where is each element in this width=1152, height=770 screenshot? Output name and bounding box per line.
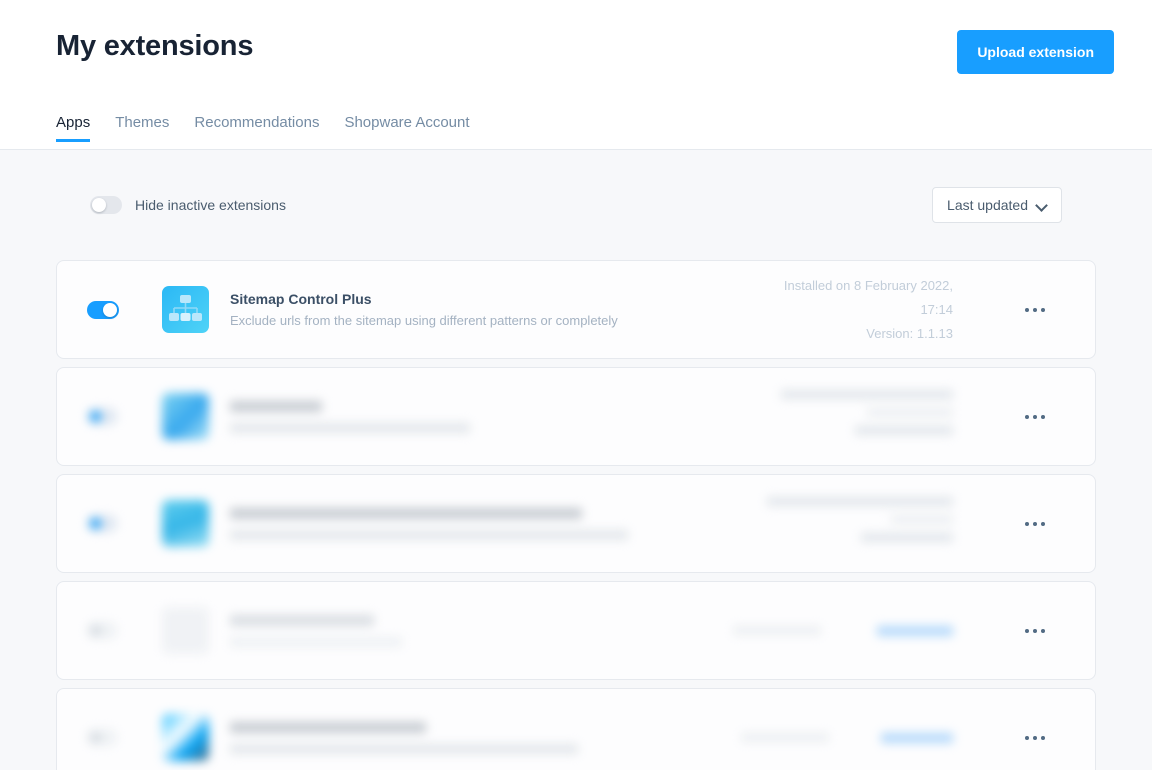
extension-installed-time: 17:14 (920, 301, 953, 317)
switch-knob (90, 625, 101, 636)
extension-active-toggle-cell (87, 729, 162, 746)
switch-knob (103, 302, 117, 317)
extension-link[interactable] (877, 625, 953, 636)
hide-inactive-extensions-toggle[interactable]: Hide inactive extensions (90, 196, 286, 214)
hide-inactive-label: Hide inactive extensions (135, 197, 286, 213)
extension-context-menu-button[interactable] (975, 307, 1095, 312)
extension-name (230, 721, 426, 733)
my-extensions-page: My extensions Upload extension Apps Them… (0, 0, 1152, 770)
extension-context-menu-button[interactable] (975, 521, 1095, 526)
extension-meta-cell (645, 732, 975, 743)
extension-meta-cell (645, 625, 975, 636)
extension-active-toggle-cell (87, 515, 162, 532)
extension-active-switch[interactable] (87, 408, 117, 425)
context-menu-icon (1025, 307, 1045, 312)
extension-version (861, 532, 953, 542)
extension-active-switch[interactable] (87, 300, 119, 319)
extension-installed-date (781, 389, 953, 399)
extension-active-switch[interactable] (87, 515, 117, 532)
extension-version (855, 425, 953, 435)
extension-card-redacted-2[interactable] (56, 367, 1096, 466)
app-icon (162, 393, 209, 440)
extension-context-menu-button[interactable] (975, 414, 1095, 419)
extension-meta-cell: Installed on 8 February 2022, 17:14 Vers… (725, 274, 975, 346)
extension-description (230, 743, 578, 754)
tab-apps[interactable]: Apps (56, 114, 91, 142)
extension-active-switch[interactable] (87, 729, 117, 746)
app-icon (162, 500, 209, 547)
extension-text-cell (230, 400, 725, 433)
sitemap-glyph (169, 295, 202, 321)
extension-context-menu-button[interactable] (975, 735, 1095, 740)
extension-name (230, 400, 322, 412)
sitemap-icon (162, 286, 209, 333)
extension-card-redacted-5[interactable] (56, 688, 1096, 770)
extension-meta-cell (725, 496, 975, 551)
extension-icon-cell (162, 500, 230, 547)
extensions-list: Sitemap Control Plus Exclude urls from t… (56, 260, 1096, 770)
tab-recommendations[interactable]: Recommendations (194, 114, 319, 142)
switch-knob (90, 518, 101, 529)
extension-icon-cell (162, 286, 230, 333)
page-header: My extensions Upload extension Apps Them… (0, 0, 1152, 150)
extension-description: Exclude urls from the sitemap using diff… (230, 313, 618, 328)
context-menu-icon (1025, 628, 1045, 633)
extension-name (230, 614, 374, 626)
extension-description (230, 422, 470, 433)
extension-installed-date (767, 496, 953, 506)
hide-inactive-switch[interactable] (90, 196, 122, 214)
app-icon (162, 714, 209, 761)
extension-description (230, 529, 628, 540)
extension-card-redacted-4[interactable] (56, 581, 1096, 680)
app-icon (162, 607, 209, 654)
extension-active-toggle-cell (87, 300, 162, 319)
extension-text-cell (230, 507, 725, 540)
switch-knob (92, 198, 106, 212)
extension-active-switch[interactable] (87, 622, 117, 639)
sort-dropdown[interactable]: Last updated (932, 187, 1062, 223)
tab-themes[interactable]: Themes (115, 114, 169, 142)
tab-shopware-account[interactable]: Shopware Account (344, 114, 469, 142)
extension-text-cell (230, 721, 645, 754)
extension-tabs: Apps Themes Recommendations Shopware Acc… (56, 114, 470, 142)
extension-icon-cell (162, 607, 230, 654)
extension-card-sitemap-control-plus[interactable]: Sitemap Control Plus Exclude urls from t… (56, 260, 1096, 359)
extensions-toolbar: Hide inactive extensions Last updated (56, 150, 1096, 260)
extension-description (230, 636, 402, 647)
switch-knob (90, 411, 101, 422)
extension-installed-date (733, 626, 821, 635)
extension-icon-cell (162, 393, 230, 440)
switch-knob (90, 732, 101, 743)
extension-icon-cell (162, 714, 230, 761)
sort-dropdown-label: Last updated (947, 197, 1028, 213)
extension-meta-cell (725, 389, 975, 444)
upload-extension-button[interactable]: Upload extension (957, 30, 1114, 74)
extension-name (230, 507, 582, 519)
extension-name: Sitemap Control Plus (230, 291, 372, 307)
context-menu-icon (1025, 521, 1045, 526)
extension-link[interactable] (881, 732, 953, 743)
extension-installed-time (867, 407, 953, 417)
context-menu-icon (1025, 414, 1045, 419)
chevron-down-icon (1037, 200, 1047, 210)
extension-text-cell (230, 614, 645, 647)
extensions-content: Hide inactive extensions Last updated Si… (0, 150, 1152, 770)
extension-installed-time (891, 514, 953, 524)
extension-installed-date: Installed on 8 February 2022, (783, 277, 953, 293)
extension-context-menu-button[interactable] (975, 628, 1095, 633)
context-menu-icon (1025, 735, 1045, 740)
extension-active-toggle-cell (87, 622, 162, 639)
extension-active-toggle-cell (87, 408, 162, 425)
page-title: My extensions (56, 30, 254, 62)
extension-card-redacted-3[interactable] (56, 474, 1096, 573)
extension-installed-date (741, 733, 829, 742)
extension-text-cell: Sitemap Control Plus Exclude urls from t… (230, 291, 725, 328)
extension-version: Version: 1.1.13 (866, 325, 953, 341)
